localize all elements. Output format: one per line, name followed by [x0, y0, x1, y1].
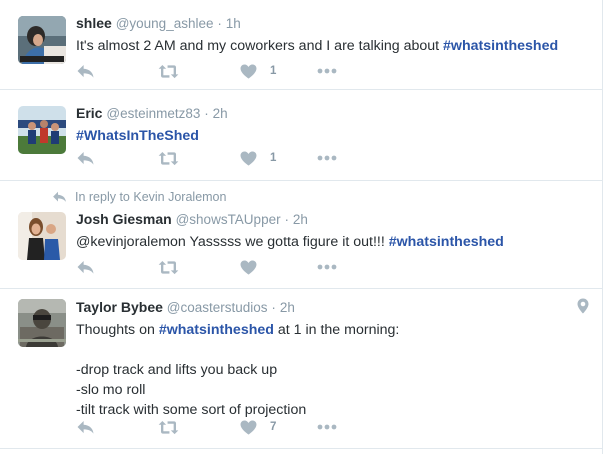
- reply-icon: [76, 260, 95, 275]
- heart-icon: [240, 151, 257, 166]
- username[interactable]: @showsTAUpper: [176, 212, 281, 227]
- username[interactable]: @esteinmetz83: [106, 106, 200, 121]
- username[interactable]: @young_ashlee: [116, 16, 214, 31]
- retweet-button[interactable]: [158, 258, 179, 276]
- tweet-text-body: Thoughts on: [76, 322, 159, 338]
- timestamp[interactable]: 2h: [293, 212, 308, 227]
- like-count: 1: [270, 152, 277, 164]
- heart-icon: [240, 420, 257, 435]
- hashtag-link[interactable]: #whatsintheshed: [389, 234, 504, 250]
- display-name[interactable]: Josh Giesman: [76, 211, 172, 227]
- retweet-button[interactable]: [158, 149, 179, 167]
- separator: ·: [284, 212, 289, 227]
- separator: ·: [271, 300, 276, 315]
- reply-context[interactable]: In reply to Kevin Joralemon: [52, 190, 226, 204]
- more-button[interactable]: [317, 418, 337, 436]
- retweet-icon: [158, 420, 179, 435]
- tweet-header: Taylor Bybee @coasterstudios · 2h: [76, 298, 573, 317]
- reply-icon: [76, 64, 95, 79]
- username[interactable]: @coasterstudios: [167, 300, 268, 315]
- timestamp[interactable]: 2h: [213, 106, 228, 121]
- tweet-text: Thoughts on #whatsintheshed at 1 in the …: [76, 320, 573, 420]
- like-button[interactable]: [240, 258, 270, 276]
- tweet-text: @kevinjoralemon Yasssss we gotta figure …: [76, 232, 573, 252]
- hashtag-link[interactable]: #whatsintheshed: [159, 322, 274, 338]
- heart-icon: [240, 260, 257, 275]
- more-icon: [317, 68, 337, 74]
- reply-icon: [76, 151, 95, 166]
- reply-icon: [76, 420, 95, 435]
- tweet-text: #WhatsInTheShed: [76, 126, 573, 146]
- heart-icon: [240, 64, 257, 79]
- like-count: 7: [270, 421, 277, 433]
- timestamp[interactable]: 2h: [280, 300, 295, 315]
- reply-context-icon: [52, 191, 67, 203]
- retweet-button[interactable]: [158, 418, 179, 436]
- reply-button[interactable]: [76, 258, 95, 276]
- tweet-header: Josh Giesman @showsTAUpper · 2h: [76, 210, 573, 229]
- more-icon: [317, 155, 337, 161]
- reply-context-text: In reply to Kevin Joralemon: [75, 190, 227, 204]
- retweet-icon: [158, 64, 179, 79]
- retweet-button[interactable]: [158, 62, 179, 80]
- tweet[interactable]: Eric @esteinmetz83 · 2h #WhatsInTheShed …: [0, 90, 603, 181]
- tweet-text: It's almost 2 AM and my coworkers and I …: [76, 36, 573, 56]
- reply-button[interactable]: [76, 149, 95, 167]
- tweet-text-body: @kevinjoralemon Yasssss we gotta figure …: [76, 234, 389, 250]
- avatar[interactable]: [18, 16, 66, 64]
- display-name[interactable]: shlee: [76, 15, 112, 31]
- tweet-header: shlee @young_ashlee · 1h: [76, 14, 573, 33]
- timestamp[interactable]: 1h: [226, 16, 241, 31]
- tweet[interactable]: Taylor Bybee @coasterstudios · 2h Though…: [0, 289, 603, 449]
- more-icon: [317, 424, 337, 430]
- tweet[interactable]: In reply to Kevin Joralemon Josh Giesman…: [0, 181, 603, 289]
- reply-button[interactable]: [76, 418, 95, 436]
- tweet-header: Eric @esteinmetz83 · 2h: [76, 104, 573, 123]
- separator: ·: [217, 16, 222, 31]
- retweet-icon: [158, 260, 179, 275]
- like-button[interactable]: 1: [240, 62, 276, 80]
- avatar[interactable]: [18, 299, 66, 347]
- tweet-feed: shlee @young_ashlee · 1h It's almost 2 A…: [0, 0, 603, 454]
- tweet[interactable]: shlee @young_ashlee · 1h It's almost 2 A…: [0, 0, 603, 90]
- display-name[interactable]: Taylor Bybee: [76, 299, 163, 315]
- like-count: 1: [270, 65, 277, 77]
- more-button[interactable]: [317, 258, 337, 276]
- hashtag-link[interactable]: #WhatsInTheShed: [76, 128, 199, 144]
- like-button[interactable]: 7: [240, 418, 276, 436]
- tweet-text-body: It's almost 2 AM and my coworkers and I …: [76, 38, 444, 54]
- retweet-icon: [158, 151, 179, 166]
- separator: ·: [204, 106, 209, 121]
- avatar[interactable]: [18, 212, 66, 260]
- location-pin-icon[interactable]: [577, 298, 589, 319]
- display-name[interactable]: Eric: [76, 105, 102, 121]
- hashtag-link[interactable]: #whatsintheshed: [443, 38, 558, 54]
- like-button[interactable]: 1: [240, 149, 276, 167]
- more-button[interactable]: [317, 149, 337, 167]
- reply-button[interactable]: [76, 62, 95, 80]
- more-button[interactable]: [317, 62, 337, 80]
- avatar[interactable]: [18, 106, 66, 154]
- more-icon: [317, 264, 337, 270]
